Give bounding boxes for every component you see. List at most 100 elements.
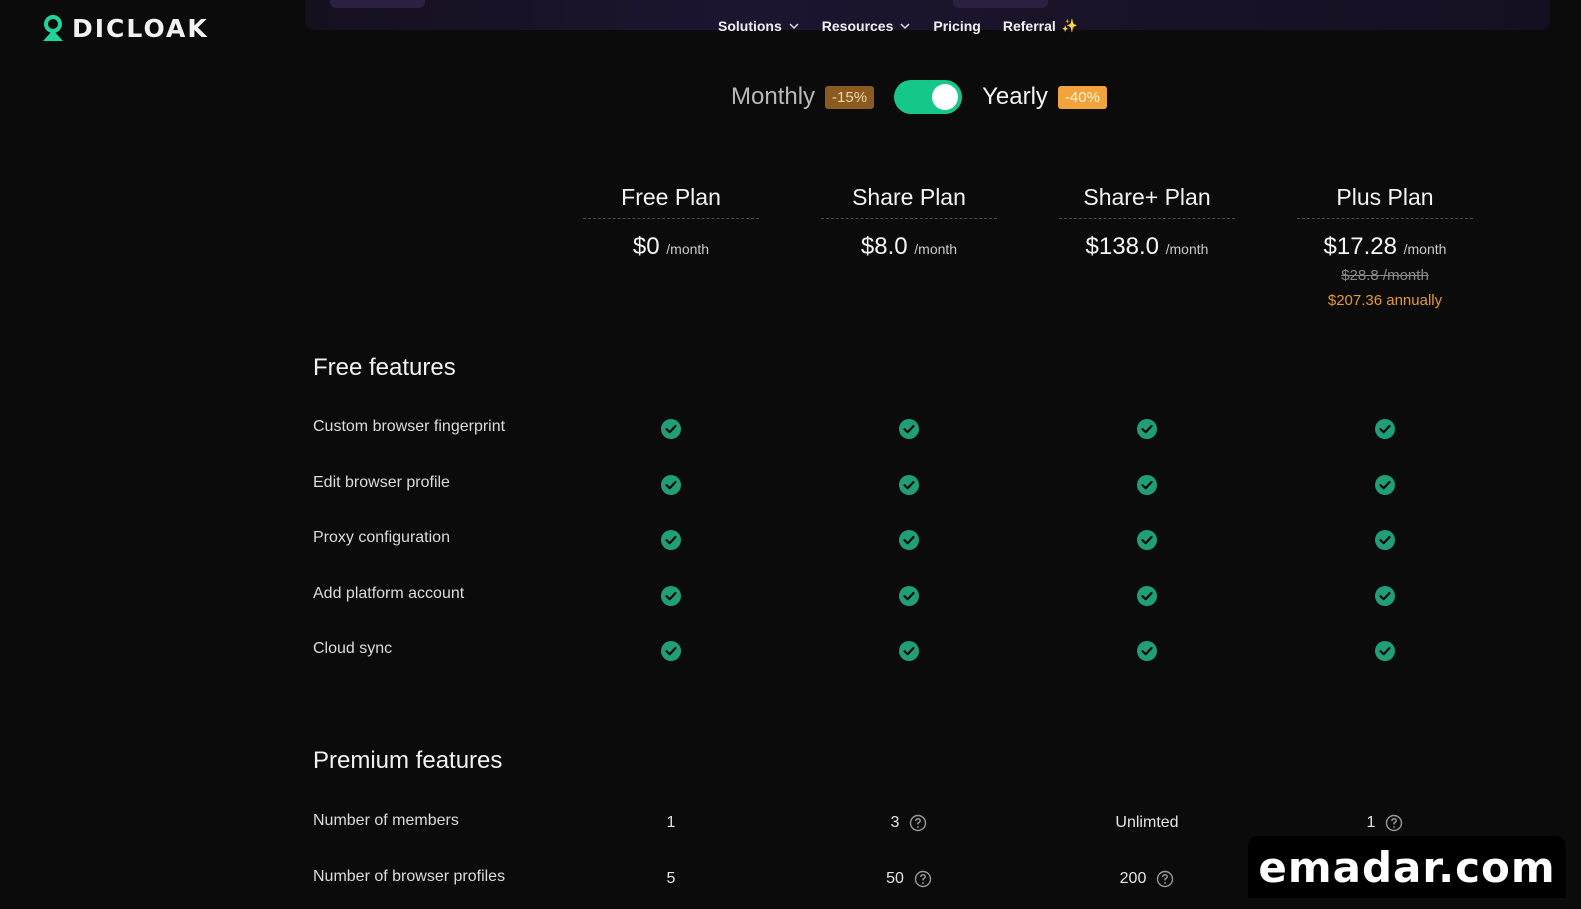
feature-value-plan-3: 1	[1297, 808, 1473, 838]
switch-knob	[932, 84, 959, 110]
feature-row: Cloud sync	[313, 636, 1563, 666]
checkmark-circle-icon	[899, 419, 919, 439]
feature-value-plan-1: 50	[821, 864, 997, 894]
feature-label: Cloud sync	[313, 640, 393, 657]
help-circle-icon[interactable]	[914, 870, 932, 888]
feature-cell-plan-0	[583, 414, 759, 444]
help-circle-icon[interactable]	[909, 814, 927, 832]
feature-cell-plan-2	[1059, 470, 1235, 500]
feature-value: Unlimted	[1115, 814, 1179, 831]
feature-cell-plan-0	[583, 470, 759, 500]
plan-name: Share Plan	[821, 184, 997, 219]
feature-value: 5	[666, 870, 676, 887]
plan-name: Plus Plan	[1297, 184, 1473, 219]
feature-cell-plan-3	[1297, 470, 1473, 500]
free-features-title: Free features	[313, 354, 456, 381]
feature-cell-plan-1	[821, 414, 997, 444]
feature-cell-plan-3	[1297, 525, 1473, 555]
plan-price: $8.0 /month	[860, 233, 958, 260]
nav-pricing[interactable]: Pricing	[933, 18, 980, 34]
feature-cell-plan-2	[1059, 636, 1235, 666]
feature-cell-plan-2	[1059, 581, 1235, 611]
plan-share-plus: Share+ Plan $138.0 /month	[1059, 184, 1235, 261]
top-navigation-bar: DICLOAK Solutions Resources Pricing Refe…	[0, 0, 1581, 60]
logo-text: DICLOAK	[72, 14, 209, 43]
logo[interactable]: DICLOAK	[40, 14, 209, 43]
checkmark-circle-icon	[1375, 530, 1395, 550]
feature-cell-plan-1	[821, 525, 997, 555]
chevron-down-icon	[900, 23, 910, 30]
feature-value: 3	[890, 814, 900, 831]
feature-row: Custom browser fingerprint	[313, 414, 1563, 444]
nav-solutions-label: Solutions	[718, 18, 782, 34]
feature-cell-plan-1	[821, 636, 997, 666]
help-circle-icon[interactable]	[1156, 870, 1174, 888]
help-circle-icon[interactable]	[1385, 814, 1403, 832]
plan-share: Share Plan $8.0 /month	[821, 184, 997, 261]
feature-value-plan-2: 200	[1059, 864, 1235, 894]
feature-cell-plan-1	[821, 470, 997, 500]
feature-label: Number of members	[313, 812, 459, 829]
monthly-discount-badge: -15%	[825, 85, 875, 109]
checkmark-circle-icon	[1137, 419, 1157, 439]
checkmark-circle-icon	[1137, 474, 1157, 495]
sparkle-icon: ✨	[1061, 18, 1078, 33]
feature-row: Edit browser profile	[313, 470, 1563, 500]
monthly-label[interactable]: Monthly	[731, 83, 815, 111]
nav-resources-label: Resources	[821, 18, 894, 34]
feature-cell-plan-3	[1297, 581, 1473, 611]
feature-label: Edit browser profile	[313, 473, 450, 491]
nav-resources[interactable]: Resources	[822, 18, 912, 34]
nav-pricing-label: Pricing	[933, 18, 981, 34]
feature-cell-plan-0	[583, 581, 759, 611]
yearly-discount-badge: -40%	[1057, 85, 1107, 109]
checkmark-circle-icon	[1375, 641, 1395, 661]
feature-row: Proxy configuration	[313, 525, 1563, 555]
premium-feature-row: Number of members 1 3 Unlimted 1	[313, 808, 1563, 838]
header-decoration	[330, 0, 425, 8]
feature-cell-plan-3	[1297, 414, 1473, 444]
feature-value: 200	[1119, 870, 1147, 887]
feature-value-plan-0: 5	[583, 864, 759, 894]
plan-price: $138.0 /month	[1085, 233, 1209, 260]
chevron-down-icon	[789, 23, 799, 30]
feature-value-plan-0: 1	[583, 808, 759, 838]
plan-free: Free Plan $0 /month	[583, 184, 759, 261]
original-price: $28.8 /month	[1341, 267, 1429, 284]
checkmark-circle-icon	[1375, 474, 1395, 495]
feature-value-plan-2: Unlimted	[1059, 808, 1235, 838]
checkmark-circle-icon	[899, 474, 919, 495]
billing-period-toggle: Monthly -15% Yearly -40%	[731, 78, 1107, 116]
nav-referral[interactable]: Referral ✨	[1003, 18, 1078, 34]
billing-switch[interactable]	[894, 80, 963, 114]
feature-cell-plan-0	[583, 636, 759, 666]
checkmark-circle-icon	[899, 585, 919, 606]
nav-referral-label: Referral	[1002, 18, 1056, 34]
yearly-label[interactable]: Yearly	[982, 83, 1048, 111]
checkmark-circle-icon	[1137, 530, 1157, 550]
checkmark-circle-icon	[1375, 419, 1395, 439]
plan-price: $0 /month	[632, 233, 710, 260]
feature-label: Number of browser profiles	[313, 868, 506, 885]
checkmark-circle-icon	[899, 641, 919, 661]
feature-cell-plan-0	[583, 525, 759, 555]
dicloak-logo-icon	[43, 14, 63, 41]
checkmark-circle-icon	[661, 419, 681, 439]
checkmark-circle-icon	[1375, 585, 1395, 606]
checkmark-circle-icon	[661, 530, 681, 550]
feature-label: Add platform account	[313, 584, 465, 602]
checkmark-circle-icon	[899, 530, 919, 550]
watermark: emadar.com	[1248, 836, 1566, 898]
checkmark-circle-icon	[1137, 641, 1157, 661]
header-decoration	[953, 0, 1048, 8]
feature-cell-plan-2	[1059, 525, 1235, 555]
plan-plus: Plus Plan $17.28 /month $28.8 /month $20…	[1297, 184, 1473, 309]
checkmark-circle-icon	[661, 641, 681, 661]
plan-price: $17.28 /month	[1323, 233, 1447, 260]
feature-value: 1	[666, 814, 676, 831]
plan-name: Free Plan	[583, 184, 759, 219]
checkmark-circle-icon	[661, 585, 681, 606]
feature-label: Proxy configuration	[313, 529, 450, 546]
nav-solutions[interactable]: Solutions	[718, 18, 800, 34]
plan-name: Share+ Plan	[1059, 184, 1235, 219]
